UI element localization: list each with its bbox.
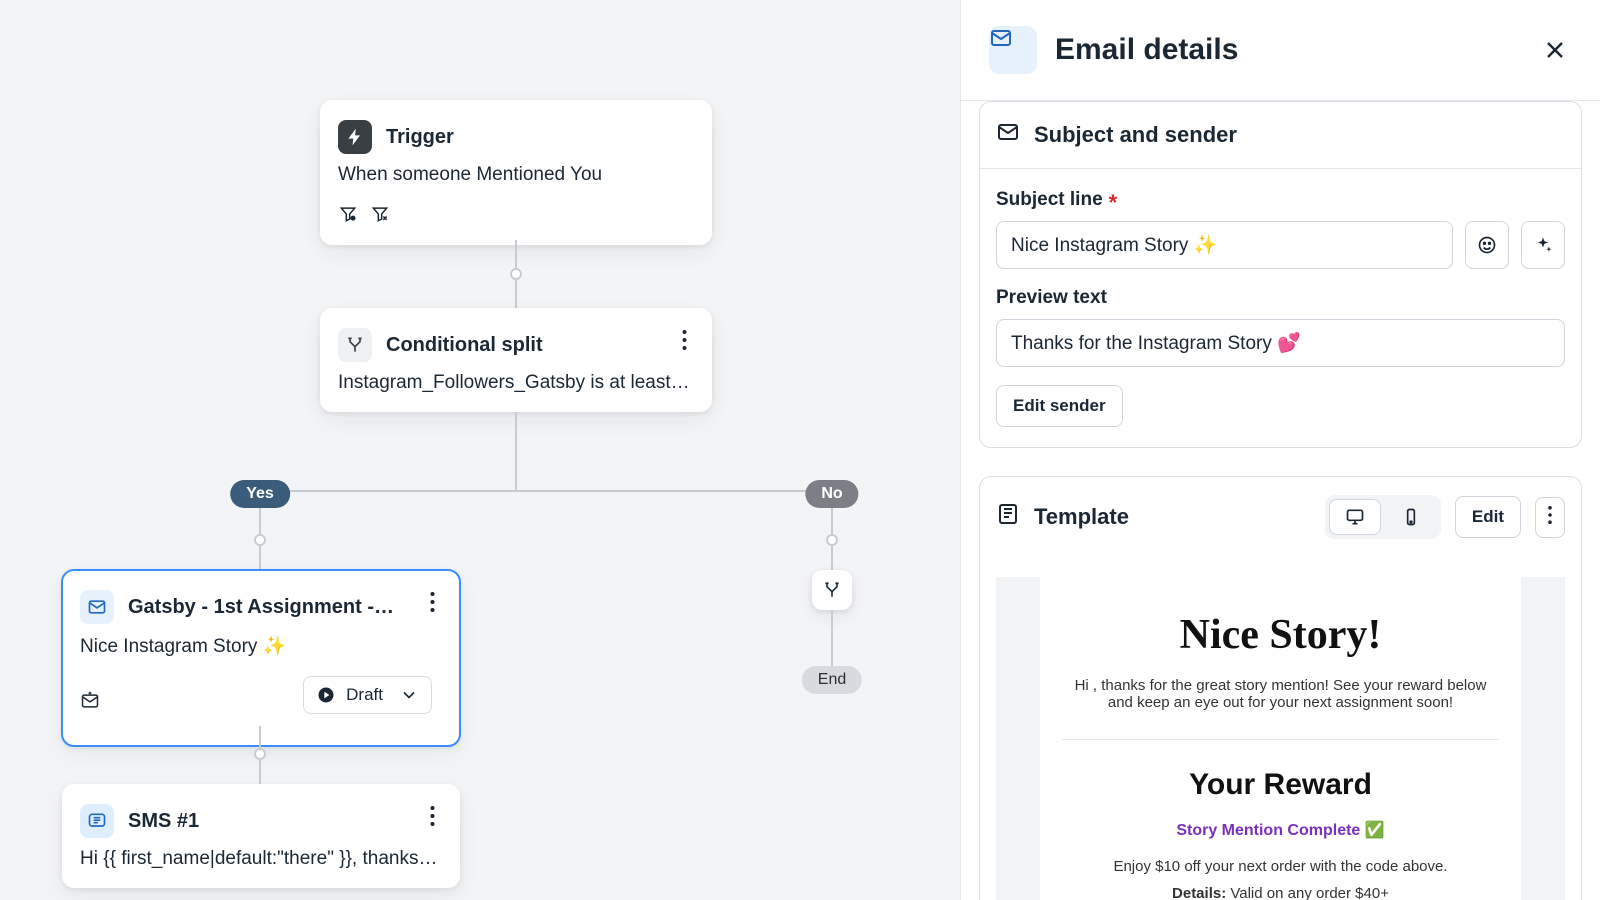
template-card: Template Edit bbox=[979, 476, 1582, 900]
email-details-panel: Email details Subject and sender Subject… bbox=[960, 0, 1600, 900]
split-icon bbox=[338, 328, 372, 362]
mobile-preview-button[interactable] bbox=[1385, 499, 1437, 535]
sms-node-menu-button[interactable] bbox=[418, 802, 446, 830]
template-icon bbox=[996, 502, 1020, 532]
connector bbox=[515, 412, 517, 490]
panel-title: Email details bbox=[1055, 33, 1520, 67]
preview-gutter bbox=[1521, 577, 1565, 900]
subject-sender-title: Subject and sender bbox=[1034, 122, 1237, 148]
sms-node-title: SMS #1 bbox=[128, 810, 199, 833]
connector bbox=[831, 610, 833, 660]
split-title: Conditional split bbox=[386, 334, 543, 357]
trigger-desc: When someone Mentioned You bbox=[320, 164, 712, 204]
connector-dot[interactable] bbox=[254, 534, 266, 546]
template-edit-button[interactable]: Edit bbox=[1455, 496, 1521, 538]
preview-details-text: Valid on any order $40+ bbox=[1226, 885, 1389, 900]
subject-input[interactable] bbox=[996, 221, 1453, 269]
email-node-title: Gatsby - 1st Assignment -… bbox=[128, 596, 394, 619]
smart-send-icon bbox=[80, 691, 100, 716]
flow-canvas[interactable]: Trigger When someone Mentioned You Condi… bbox=[0, 0, 960, 900]
subject-label: Subject line bbox=[996, 189, 1103, 211]
connector-dot[interactable] bbox=[254, 748, 266, 760]
branch-yes-pill: Yes bbox=[230, 480, 290, 508]
preview-label: Preview text bbox=[996, 287, 1107, 309]
template-preview: Nice Story! Hi , thanks for the great st… bbox=[996, 557, 1565, 900]
connector-dot[interactable] bbox=[510, 268, 522, 280]
bolt-icon bbox=[338, 120, 372, 154]
connector bbox=[260, 490, 832, 492]
email-node-subject: Nice Instagram Story ✨ bbox=[62, 634, 460, 676]
branch-end-pill: End bbox=[802, 666, 862, 694]
conditional-split-node[interactable]: Conditional split Instagram_Followers_Ga… bbox=[320, 308, 712, 412]
edit-sender-button[interactable]: Edit sender bbox=[996, 385, 1123, 427]
sms-node-preview: Hi {{ first_name|default:"there" }}, tha… bbox=[62, 848, 460, 888]
desktop-preview-button[interactable] bbox=[1329, 499, 1381, 535]
branch-no-pill: No bbox=[805, 480, 858, 508]
filter-include-icon bbox=[338, 204, 358, 229]
preview-divider bbox=[1062, 739, 1499, 740]
template-title: Template bbox=[1034, 504, 1129, 530]
mail-icon bbox=[80, 590, 114, 624]
close-button[interactable] bbox=[1538, 33, 1572, 67]
email-node[interactable]: Gatsby - 1st Assignment -… Nice Instagra… bbox=[62, 570, 460, 746]
preview-gutter bbox=[996, 577, 1040, 900]
preview-badge: Story Mention Complete ✅ bbox=[1062, 820, 1499, 840]
trigger-node[interactable]: Trigger When someone Mentioned You bbox=[320, 100, 712, 245]
email-status-chip[interactable]: Draft bbox=[303, 676, 432, 714]
email-status-label: Draft bbox=[346, 685, 383, 705]
add-step-button[interactable] bbox=[812, 570, 852, 610]
template-menu-button[interactable] bbox=[1535, 497, 1565, 538]
preview-subhead: Your Reward bbox=[1062, 768, 1499, 802]
split-menu-button[interactable] bbox=[670, 326, 698, 354]
filter-exclude-icon bbox=[370, 204, 390, 229]
trigger-title: Trigger bbox=[386, 126, 454, 149]
sms-icon bbox=[80, 804, 114, 838]
preview-offer: Enjoy $10 off your next order with the c… bbox=[1062, 858, 1499, 875]
subject-sender-card: Subject and sender Subject line * bbox=[979, 101, 1582, 448]
preview-details-label: Details: bbox=[1172, 885, 1226, 900]
preview-device-toggle bbox=[1325, 495, 1441, 539]
connector-dot[interactable] bbox=[826, 534, 838, 546]
sms-node[interactable]: SMS #1 Hi {{ first_name|default:"there" … bbox=[62, 784, 460, 888]
email-node-menu-button[interactable] bbox=[418, 588, 446, 616]
mail-outline-icon bbox=[996, 120, 1020, 150]
emoji-picker-button[interactable] bbox=[1465, 221, 1509, 269]
preview-headline: Nice Story! bbox=[1062, 611, 1499, 659]
ai-sparkle-button[interactable] bbox=[1521, 221, 1565, 269]
mail-icon bbox=[989, 26, 1037, 74]
preview-input[interactable] bbox=[996, 319, 1565, 367]
preview-intro: Hi , thanks for the great story mention!… bbox=[1062, 677, 1499, 711]
split-desc: Instagram_Followers_Gatsby is at least 5… bbox=[320, 372, 712, 412]
